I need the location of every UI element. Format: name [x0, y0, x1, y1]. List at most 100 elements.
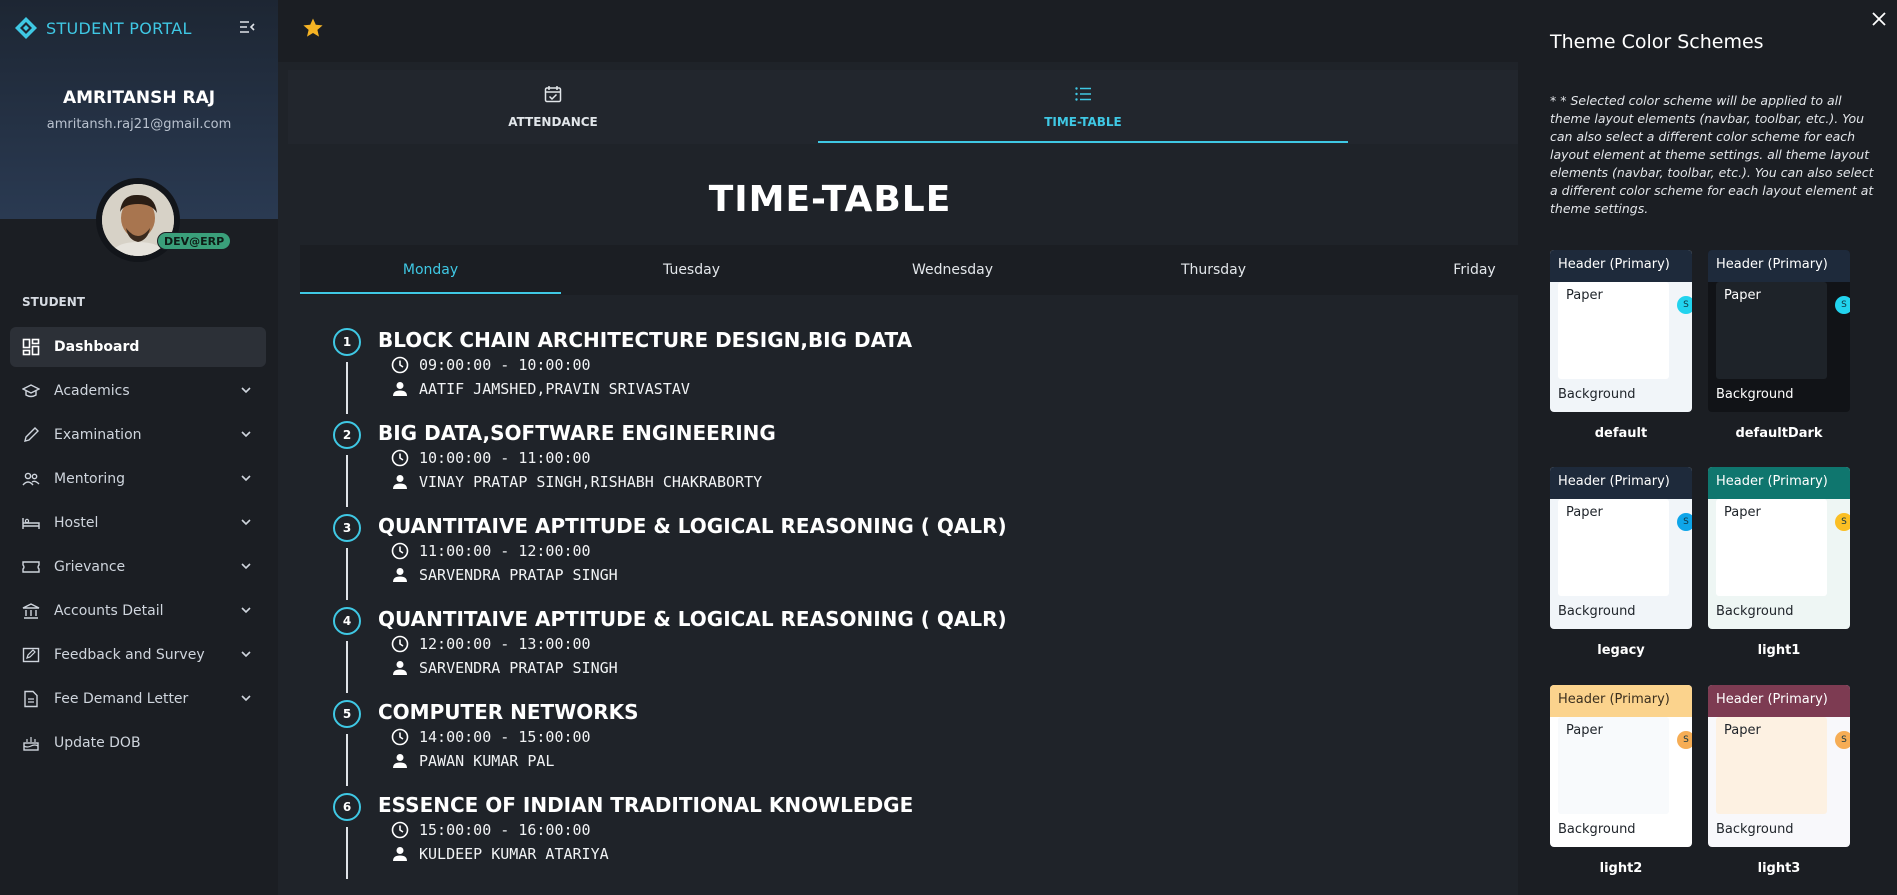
close-icon[interactable] — [1870, 10, 1888, 28]
sidebar-item-grievance[interactable]: Grievance — [10, 547, 266, 587]
scheme-name: light3 — [1757, 861, 1801, 876]
sidebar-item-label: Accounts Detail — [54, 603, 164, 619]
scheme-header-preview: Header (Primary) — [1708, 685, 1850, 717]
scheme-paper-preview: Paper — [1558, 282, 1669, 379]
top-toolbar — [278, 0, 1518, 62]
chevron-down-icon — [241, 695, 251, 702]
tab-monday[interactable]: Monday — [300, 245, 561, 295]
entry-subject: BLOCK CHAIN ARCHITECTURE DESIGN,BIG DATA — [378, 328, 913, 352]
brand-title: STUDENT PORTAL — [46, 18, 192, 38]
collapse-menu-icon[interactable] — [238, 18, 256, 36]
scheme-option-legacy[interactable]: Header (Primary) Paper S Background legacy — [1550, 467, 1692, 658]
scheme-option-default[interactable]: Header (Primary) Paper S Background default — [1550, 250, 1692, 441]
scheme-preview: Header (Primary) Paper S Background — [1550, 467, 1692, 629]
timeline-connector — [346, 362, 348, 414]
tab-attendance[interactable]: ATTENDANCE — [288, 70, 818, 144]
entry-subject: QUANTITAIVE APTITUDE & LOGICAL REASONING… — [378, 514, 1007, 538]
timetable-card: TIME-TABLE Monday Tuesday Wednesday Thur… — [288, 153, 1518, 895]
day-tab-indicator — [300, 292, 561, 294]
entry-time: 12:00:00 - 13:00:00 — [419, 635, 591, 653]
sidebar-item-dashboard[interactable]: Dashboard — [10, 327, 266, 367]
scheme-name: default — [1594, 426, 1648, 441]
sidebar-item-update-dob[interactable]: Update DOB — [10, 723, 266, 763]
pencil-icon — [22, 426, 40, 444]
entry-teacher: KULDEEP KUMAR ATARIYA — [419, 845, 609, 863]
sidebar-item-feedback-and-survey[interactable]: Feedback and Survey — [10, 635, 266, 675]
person-icon — [393, 661, 407, 675]
sidebar-item-label: Grievance — [54, 559, 126, 575]
tab-label: ATTENDANCE — [508, 115, 598, 129]
sidebar-item-fee-demand-letter[interactable]: Fee Demand Letter — [10, 679, 266, 719]
scheme-secondary-dot: S — [1677, 731, 1692, 749]
sidebar-item-label: Dashboard — [54, 339, 140, 355]
user-email: amritansh.raj21@gmail.com — [46, 117, 232, 132]
timetable-entry: 1 BLOCK CHAIN ARCHITECTURE DESIGN,BIG DA… — [333, 328, 1433, 421]
document-icon — [22, 690, 40, 708]
scheme-preview: Header (Primary) Paper S Background — [1708, 685, 1850, 847]
chevron-down-icon — [241, 563, 251, 570]
entry-number: 3 — [333, 514, 361, 542]
entry-number: 6 — [333, 793, 361, 821]
bed-icon — [22, 514, 40, 532]
brand-logo-icon — [15, 17, 37, 39]
tab-time-table[interactable]: TIME-TABLE — [818, 70, 1348, 144]
entry-time: 14:00:00 - 15:00:00 — [419, 728, 591, 746]
entry-number: 5 — [333, 700, 361, 728]
entry-teacher: SARVENDRA PRATAP SINGH — [419, 566, 618, 584]
scheme-header-preview: Header (Primary) — [1708, 250, 1850, 282]
scheme-preview: Header (Primary) Paper S Background — [1550, 250, 1692, 412]
clock-icon — [391, 635, 409, 653]
sidebar-item-label: Mentoring — [54, 471, 126, 487]
dev-badge: DEV@ERP — [157, 232, 232, 250]
timeline-connector — [346, 548, 348, 600]
panel-description: * * Selected color scheme will be applie… — [1550, 93, 1874, 216]
scheme-preview: Header (Primary) Paper S Background — [1708, 467, 1850, 629]
entry-time: 10:00:00 - 11:00:00 — [419, 449, 591, 467]
timetable-entry: 3 QUANTITAIVE APTITUDE & LOGICAL REASONI… — [333, 514, 1433, 607]
scheme-option-light3[interactable]: Header (Primary) Paper S Background light3 — [1708, 685, 1850, 876]
chevron-down-icon — [241, 519, 251, 526]
sidebar-nav: Dashboard Academics Examination Mentorin… — [10, 327, 266, 767]
entry-subject: COMPUTER NETWORKS — [378, 700, 639, 724]
entry-teacher: PAWAN KUMAR PAL — [419, 752, 555, 770]
ticket-icon — [22, 558, 40, 576]
feedback-icon — [22, 646, 40, 664]
scheme-preview: Header (Primary) Paper S Background — [1550, 685, 1692, 847]
timetable-entry: 4 QUANTITAIVE APTITUDE & LOGICAL REASONI… — [333, 607, 1433, 700]
tab-thursday[interactable]: Thursday — [1083, 245, 1344, 295]
entry-time: 09:00:00 - 10:00:00 — [419, 356, 591, 374]
entry-number: 4 — [333, 607, 361, 635]
sidebar-item-label: Fee Demand Letter — [54, 691, 189, 707]
scheme-option-defaultdark[interactable]: Header (Primary) Paper S Background defaultD… — [1708, 250, 1850, 441]
brand[interactable]: STUDENT PORTAL — [14, 16, 192, 40]
clock-icon — [391, 821, 409, 839]
dashboard-icon — [22, 338, 40, 356]
person-icon — [393, 475, 407, 489]
scheme-name: light2 — [1599, 861, 1643, 876]
entry-teacher: SARVENDRA PRATAP SINGH — [419, 659, 618, 677]
panel-title: Theme Color Schemes — [1550, 31, 1764, 53]
scheme-option-light1[interactable]: Header (Primary) Paper S Background light1 — [1708, 467, 1850, 658]
tab-wednesday[interactable]: Wednesday — [822, 245, 1083, 295]
sidebar-item-hostel[interactable]: Hostel — [10, 503, 266, 543]
person-icon — [393, 847, 407, 861]
sidebar-item-academics[interactable]: Academics — [10, 371, 266, 411]
scheme-paper-preview: Paper — [1716, 717, 1827, 814]
clock-icon — [391, 542, 409, 560]
timeline-connector — [346, 455, 348, 507]
tab-tuesday[interactable]: Tuesday — [561, 245, 822, 295]
page-title: TIME-TABLE — [708, 179, 952, 220]
sidebar-item-mentoring[interactable]: Mentoring — [10, 459, 266, 499]
star-icon[interactable] — [302, 17, 324, 39]
scheme-paper-preview: Paper — [1716, 499, 1827, 596]
scheme-preview: Header (Primary) Paper S Background — [1708, 250, 1850, 412]
scheme-name: light1 — [1757, 643, 1801, 658]
day-tabs: Monday Tuesday Wednesday Thursday Friday — [300, 245, 1518, 295]
scheme-option-light2[interactable]: Header (Primary) Paper S Background light2 — [1550, 685, 1692, 876]
chevron-down-icon — [241, 431, 251, 438]
sidebar-item-accounts-detail[interactable]: Accounts Detail — [10, 591, 266, 631]
sidebar-item-examination[interactable]: Examination — [10, 415, 266, 455]
scheme-background-label: Background — [1558, 604, 1636, 619]
bank-icon — [22, 602, 40, 620]
timetable-entry: 6 ESSENCE OF INDIAN TRADITIONAL KNOWLEDG… — [333, 793, 1433, 886]
